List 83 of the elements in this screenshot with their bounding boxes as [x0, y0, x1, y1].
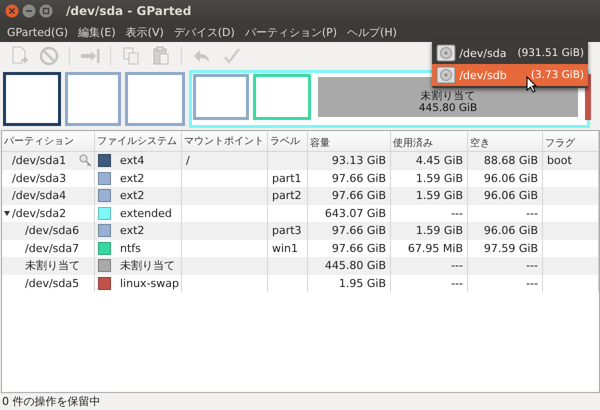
- partition-row[interactable]: /dev/sda5 linux-swap 1.95 GiB --- ---: [2, 274, 599, 292]
- column-header[interactable]: マウントポイント: [182, 131, 268, 151]
- used-cell: ---: [451, 259, 463, 272]
- free-cell: 96.06 GiB: [484, 172, 538, 185]
- free-cell: ---: [526, 259, 538, 272]
- filesystem-text: ext4: [120, 154, 144, 168]
- partition-name: /dev/sda4: [12, 189, 66, 202]
- partition-name: /dev/sda1: [12, 154, 66, 168]
- size-cell: 97.66 GiB: [332, 242, 386, 255]
- checkmark-icon: [222, 46, 242, 66]
- label-cell: part2: [272, 189, 302, 202]
- partition-block[interactable]: [3, 72, 61, 126]
- menu-item[interactable]: 編集(E): [73, 24, 121, 40]
- used-cell: ---: [451, 206, 463, 220]
- maximize-icon[interactable]: [39, 4, 53, 18]
- menu-item[interactable]: GParted(G): [2, 26, 74, 38]
- copy-icon: [122, 46, 140, 66]
- partition-row[interactable]: /dev/sda6 ext2 part3 97.66 GiB 1.59 GiB 96.06 GiB: [2, 222, 599, 240]
- size-cell: 97.66 GiB: [332, 172, 386, 185]
- partition-name: /dev/sda7: [25, 242, 80, 255]
- filesystem-text: ext2: [120, 172, 144, 185]
- free-cell: 96.06 GiB: [484, 189, 538, 202]
- menu-item[interactable]: ヘルプ(H): [342, 24, 402, 40]
- window-title: /dev/sda - GParted: [66, 4, 192, 18]
- free-cell: ---: [526, 276, 538, 290]
- partition-row[interactable]: /dev/sda4 ext2 part2 97.66 GiB 1.59 GiB 96.06 GiB: [2, 187, 599, 204]
- size-cell: 445.80 GiB: [324, 259, 386, 272]
- paste-icon: [152, 46, 170, 66]
- used-cell: ---: [451, 276, 463, 290]
- new-file-icon: [10, 46, 28, 66]
- flags-cell: boot: [547, 154, 572, 168]
- partition-name: /dev/sda3: [12, 172, 66, 185]
- size-cell: 97.66 GiB: [332, 224, 386, 238]
- column-header[interactable]: 容量: [308, 131, 391, 151]
- free-cell: ---: [526, 206, 538, 220]
- column-header[interactable]: 使用済み: [391, 131, 468, 151]
- partition-row[interactable]: /dev/sda1 ext4 / 93.13 GiB 4.45 GiB 88.68 GiB boot: [2, 152, 599, 170]
- column-header[interactable]: 空き: [468, 131, 543, 151]
- filesystem-text: ext2: [120, 189, 144, 202]
- partition-row[interactable]: 未割り当て 未割り当て 445.80 GiB --- ---: [2, 257, 599, 274]
- partition-name: 未割り当て: [25, 258, 80, 274]
- size-cell: 93.13 GiB: [332, 154, 386, 168]
- column-header[interactable]: ラベル: [268, 131, 308, 151]
- menu-item[interactable]: 表示(V): [120, 24, 169, 40]
- column-header[interactable]: フラグ: [543, 131, 599, 151]
- filesystem-text: ext2: [120, 224, 144, 238]
- label-cell: part3: [272, 224, 302, 238]
- menu-item[interactable]: パーティション(P): [240, 24, 342, 40]
- free-cell: 88.68 GiB: [484, 154, 538, 168]
- partition-name: /dev/sda6: [25, 224, 80, 238]
- device-size: (931.51 GiB): [516, 47, 584, 59]
- free-cell: 97.59 GiB: [484, 242, 538, 255]
- menu-item[interactable]: デバイス(D): [168, 24, 240, 40]
- filesystem-text: extended: [120, 206, 172, 220]
- label-cell: win1: [272, 242, 298, 255]
- status-text: 0 件の操作を保留中: [2, 394, 100, 409]
- column-header[interactable]: ファイルシステム: [95, 131, 182, 151]
- minimize-icon[interactable]: [22, 4, 36, 18]
- size-cell: 643.07 GiB: [324, 206, 386, 220]
- used-cell: 1.59 GiB: [416, 224, 463, 238]
- filesystem-text: 未割り当て: [120, 258, 175, 274]
- device-name: /dev/sda: [459, 46, 506, 60]
- used-cell: 1.59 GiB: [416, 172, 463, 185]
- resize-icon: [79, 46, 101, 66]
- label-cell: part1: [272, 172, 302, 185]
- partition-name: /dev/sda2: [12, 206, 66, 220]
- used-cell: 67.95 MiB: [408, 242, 463, 255]
- size-cell: 97.66 GiB: [332, 189, 386, 202]
- device-menu-item[interactable]: /dev/sda (931.51 GiB): [432, 42, 588, 64]
- delete-icon: [39, 46, 59, 66]
- close-icon[interactable]: [5, 4, 19, 18]
- block-label: 未割り当て: [420, 90, 476, 102]
- column-header[interactable]: パーティション: [2, 131, 95, 151]
- free-cell: 96.06 GiB: [484, 224, 538, 238]
- filesystem-text: ntfs: [120, 242, 141, 255]
- used-cell: 1.59 GiB: [416, 189, 463, 202]
- block-size: 445.80 GiB: [418, 102, 478, 114]
- used-cell: 4.45 GiB: [416, 154, 463, 168]
- filesystem-text: linux-swap: [120, 276, 179, 290]
- mountpoint-cell: /: [186, 154, 190, 168]
- partition-name: /dev/sda5: [25, 276, 80, 290]
- expanded-triangle-icon[interactable]: [4, 210, 10, 216]
- size-cell: 1.95 GiB: [338, 276, 386, 290]
